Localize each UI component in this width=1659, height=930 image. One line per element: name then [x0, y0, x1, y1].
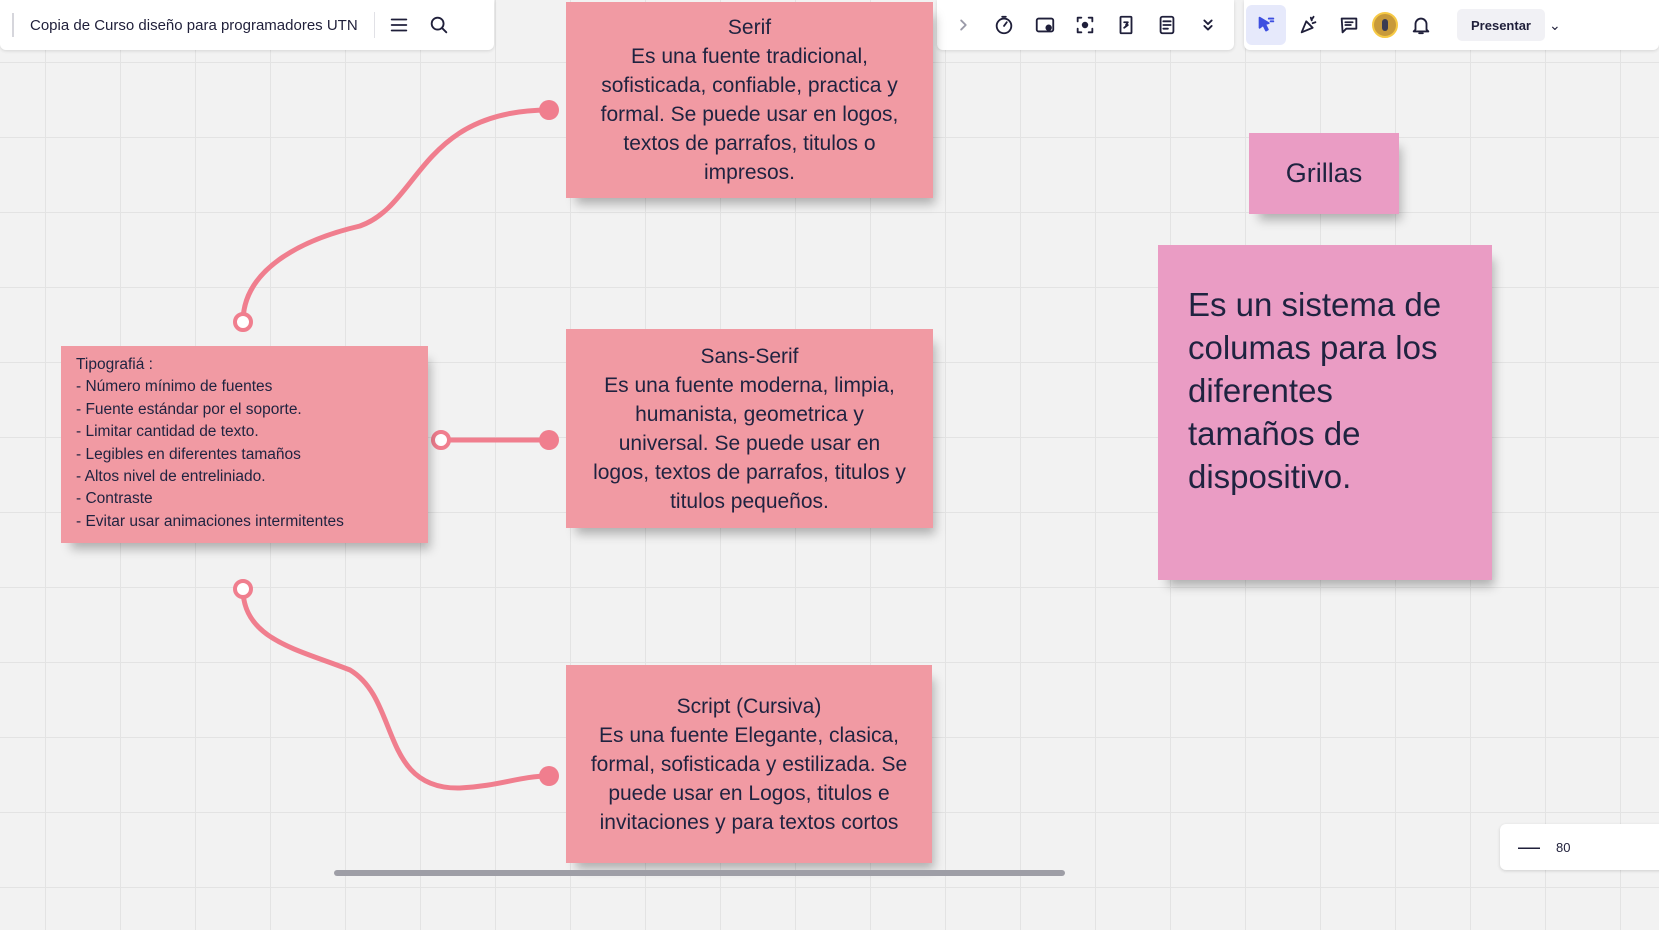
timer-icon [995, 15, 1013, 35]
note-title: Serif [727, 16, 772, 39]
note-body: Es una fuente tradicional, sofisticada, … [600, 45, 899, 184]
collab-toolbar: Presentar ⌄ [1244, 0, 1659, 50]
connector-end-sans[interactable] [539, 430, 559, 450]
celebrate-icon [1300, 15, 1317, 34]
screen-record-button[interactable] [1027, 7, 1063, 43]
note-line: - Evitar usar animaciones intermitentes [76, 512, 344, 530]
note-line: - Número mínimo de fuentes [76, 378, 273, 396]
notes-button[interactable] [1149, 7, 1185, 43]
notes-icon [1159, 15, 1175, 35]
note-title: Script (Cursiva) [676, 694, 822, 718]
connector-script[interactable] [240, 586, 552, 791]
tools-toolbar [937, 0, 1234, 50]
connector-serif[interactable] [240, 107, 552, 325]
present-options-chevron-icon[interactable]: ⌄ [1549, 17, 1561, 34]
note-line: - Limitar cantidad de texto. [76, 423, 259, 441]
search-icon [430, 16, 447, 34]
present-button[interactable]: Presentar [1457, 9, 1545, 41]
note-title: Sans-Serif [700, 344, 799, 368]
connector-handle-tipo-bottom[interactable] [233, 579, 253, 599]
screen-record-icon [1035, 17, 1054, 33]
focus-button[interactable] [1067, 7, 1103, 43]
note-line: - Fuente estándar por el soporte. [76, 400, 302, 418]
note-line: - Altos nivel de entreliniado. [76, 468, 266, 486]
note-title: Grillas [1285, 158, 1363, 188]
toolbar-separator [373, 12, 375, 38]
zoom-level[interactable]: 80 [1556, 840, 1570, 855]
board-title[interactable]: Copia de Curso diseño para programadores… [30, 17, 358, 34]
note-line: Tipografiá : [76, 356, 153, 373]
note-body: Es una fuente moderna, limpia, humanista… [593, 373, 906, 513]
menu-button[interactable] [381, 7, 417, 43]
toolbar-drag-handle[interactable] [12, 13, 14, 37]
board-toolbar: Copia de Curso diseño para programadores… [0, 0, 494, 50]
connector-handle-tipo-top[interactable] [233, 312, 253, 332]
zoom-out-button[interactable]: — [1518, 836, 1540, 858]
sticky-note-script[interactable]: Script (Cursiva) Es una fuente Elegante,… [566, 665, 932, 863]
more-tools-button[interactable] [1190, 7, 1226, 43]
connector-end-script[interactable] [539, 766, 559, 786]
notifications-button[interactable] [1403, 7, 1439, 43]
chevrons-down-icon [1202, 19, 1213, 31]
note-body: Es una fuente Elegante, clasica, formal,… [590, 723, 908, 834]
chevron-right-icon [960, 19, 968, 31]
select-cursor-icon [1258, 16, 1275, 32]
zoom-control: — 80 [1500, 824, 1659, 870]
connector-end-serif[interactable] [539, 100, 559, 120]
celebrate-button[interactable] [1291, 7, 1327, 43]
expand-tools-button[interactable] [945, 7, 981, 43]
sticky-note-serif[interactable]: Serif Es una fuente tradicional, sofisti… [566, 2, 933, 198]
sticky-note-grillas-title[interactable]: Grillas [1249, 133, 1399, 214]
menu-icon [390, 18, 407, 32]
comment-icon [1340, 17, 1358, 34]
search-button[interactable] [421, 7, 457, 43]
select-cursor-button[interactable] [1246, 5, 1286, 45]
countdown-icon [1119, 15, 1133, 35]
focus-icon [1077, 16, 1094, 34]
sticky-note-grillas-body[interactable]: Es un sistema de columas para los difere… [1158, 245, 1492, 580]
sticky-note-tipografia[interactable]: Tipografiá : - Número mínimo de fuentes … [61, 346, 428, 543]
comment-button[interactable] [1331, 7, 1367, 43]
connector-handle-tipo-right[interactable] [431, 430, 451, 450]
present-label: Presentar [1471, 17, 1531, 33]
timer-button[interactable] [986, 7, 1022, 43]
note-body: Es un sistema de columas para los difere… [1188, 286, 1442, 495]
countdown-button[interactable] [1108, 7, 1144, 43]
bell-icon [1412, 17, 1430, 35]
note-line: - Contraste [76, 490, 153, 508]
sticky-note-sans-serif[interactable]: Sans-Serif Es una fuente moderna, limpia… [566, 329, 933, 528]
horizontal-scrollbar[interactable] [334, 870, 1065, 876]
avatar[interactable] [1372, 12, 1398, 38]
note-line: - Legibles en diferentes tamaños [76, 445, 301, 463]
